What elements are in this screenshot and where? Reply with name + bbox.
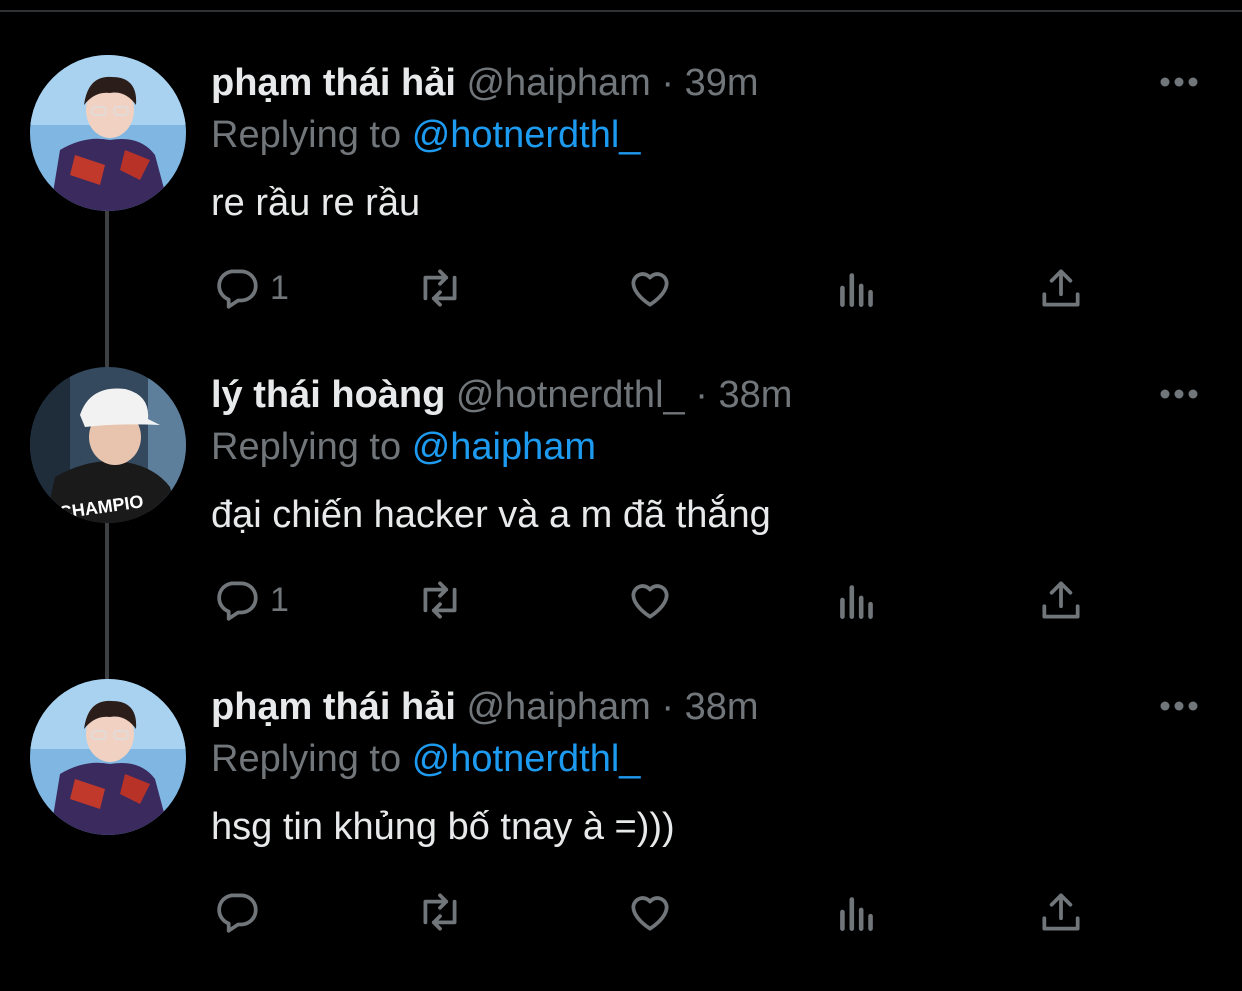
handle[interactable]: @hotnerdthl_ [456, 374, 685, 416]
retweet-icon [423, 893, 457, 931]
views-button[interactable] [832, 263, 882, 313]
tweet-text: re rầu re rầu [211, 182, 421, 224]
separator: · [661, 62, 675, 104]
reply-icon [217, 269, 258, 309]
retweet-button[interactable] [415, 887, 465, 937]
tweet-header: phạm thái hải @haipham · 38m [211, 685, 759, 729]
mention-link[interactable]: @hotnerdthl_ [412, 738, 641, 780]
display-name[interactable]: phạm thái hải [211, 62, 456, 104]
tweet-header: phạm thái hải @haipham · 39m [211, 61, 759, 105]
like-icon [631, 272, 669, 307]
avatar-photo-1 [30, 55, 186, 211]
mention-link[interactable]: @haipham [412, 426, 596, 468]
retweet-icon [423, 581, 457, 619]
avatar[interactable]: CHAMPIO [30, 367, 186, 523]
timestamp[interactable]: 38m [718, 374, 792, 416]
tweet[interactable]: phạm thái hải @haipham · 38m Replying to… [0, 679, 1242, 991]
replying-prefix: Replying to [211, 426, 402, 468]
more-options-icon[interactable] [1158, 387, 1200, 401]
timestamp[interactable]: 38m [685, 686, 759, 728]
replying-to: Replying to @haipham [211, 425, 596, 469]
top-divider [0, 10, 1242, 12]
replying-prefix: Replying to [211, 114, 402, 156]
reply-count: 1 [270, 580, 289, 619]
retweet-button[interactable] [415, 575, 465, 625]
handle[interactable]: @haipham [466, 686, 650, 728]
separator: · [695, 374, 708, 416]
tweet-header: lý thái hoàng @hotnerdthl_ · 38m [211, 373, 792, 417]
reply-button[interactable]: 1 [212, 575, 289, 625]
separator: · [661, 686, 675, 728]
tweet[interactable]: phạm thái hải @haipham · 39m Replying to… [0, 55, 1242, 367]
tweet[interactable]: CHAMPIO lý thái hoàng @hotnerdthl_ · 38m… [0, 367, 1242, 679]
like-icon [631, 896, 669, 931]
reply-button[interactable] [212, 887, 270, 937]
avatar[interactable] [30, 679, 186, 835]
more-options-icon[interactable] [1158, 699, 1200, 713]
mention-link[interactable]: @hotnerdthl_ [412, 114, 641, 156]
retweet-button[interactable] [415, 263, 465, 313]
avatar-photo-2: CHAMPIO [30, 367, 186, 523]
reply-button[interactable]: 1 [212, 263, 289, 313]
views-icon [840, 273, 873, 307]
reply-count: 1 [270, 268, 289, 307]
like-icon [631, 584, 669, 619]
replying-to: Replying to @hotnerdthl_ [211, 737, 640, 781]
replying-to: Replying to @hotnerdthl_ [211, 113, 640, 157]
like-button[interactable] [625, 887, 675, 937]
share-button[interactable] [1036, 575, 1086, 625]
replying-prefix: Replying to [211, 738, 402, 780]
timestamp[interactable]: 39m [685, 62, 759, 104]
reply-icon [217, 893, 258, 933]
views-button[interactable] [832, 575, 882, 625]
views-icon [840, 897, 873, 931]
tweet-text: hsg tin khủng bố tnay à =))) [211, 806, 675, 848]
share-icon [1042, 581, 1080, 619]
display-name[interactable]: phạm thái hải [211, 686, 456, 728]
share-icon [1042, 269, 1080, 307]
reply-icon [217, 581, 258, 621]
share-button[interactable] [1036, 263, 1086, 313]
views-button[interactable] [832, 887, 882, 937]
display-name[interactable]: lý thái hoàng [211, 374, 445, 416]
share-button[interactable] [1036, 887, 1086, 937]
views-icon [840, 585, 873, 619]
like-button[interactable] [625, 263, 675, 313]
more-options-icon[interactable] [1158, 75, 1200, 89]
avatar[interactable] [30, 55, 186, 211]
avatar-photo-3 [30, 679, 186, 835]
retweet-icon [423, 269, 457, 307]
like-button[interactable] [625, 575, 675, 625]
share-icon [1042, 893, 1080, 931]
tweet-text: đại chiến hacker và a m đã thắng [211, 494, 771, 536]
handle[interactable]: @haipham [466, 62, 650, 104]
